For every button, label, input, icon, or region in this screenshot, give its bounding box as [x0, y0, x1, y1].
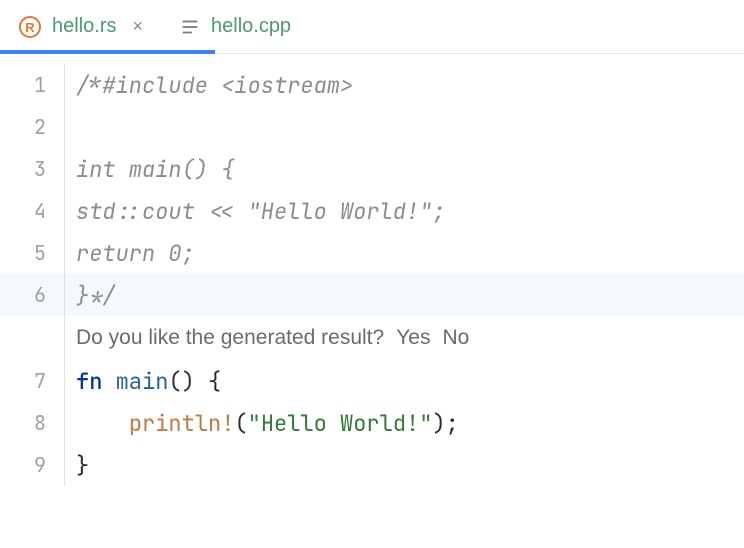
tabs-bar: R hello.rs × hello.cpp [0, 0, 744, 54]
code-line[interactable]: 9} [0, 444, 744, 486]
gutter-border [64, 444, 76, 486]
tab-hello-cpp[interactable]: hello.cpp [161, 0, 309, 53]
line-number: 3 [0, 156, 64, 182]
code-content: } [76, 451, 89, 480]
gutter-border [64, 316, 76, 360]
file-icon [179, 16, 201, 38]
code-content: std::cout << "Hello World!"; [76, 197, 446, 226]
gutter-border [64, 274, 76, 316]
line-number: 7 [0, 368, 64, 394]
code-line[interactable]: 8 println!("Hello World!"); [0, 402, 744, 444]
close-icon[interactable]: × [132, 16, 143, 37]
code-line[interactable]: 1 /*#include <iostream> [0, 64, 744, 106]
tab-label: hello.cpp [211, 15, 291, 38]
gutter-border [64, 190, 76, 232]
code-content: /*#include <iostream> [76, 71, 353, 100]
gutter-border [64, 360, 76, 402]
code-line[interactable]: 5 return 0; [0, 232, 744, 274]
code-line[interactable]: 7 fn main() { [0, 360, 744, 402]
code-content: int main() { [76, 155, 234, 184]
code-line[interactable]: 6 }*/ [0, 274, 744, 316]
gutter-border [64, 148, 76, 190]
code-content: println!("Hello World!"); [76, 409, 459, 438]
code-content: }*/ [76, 281, 116, 310]
code-line[interactable]: 2 [0, 106, 744, 148]
line-number: 4 [0, 198, 64, 224]
gutter-border [64, 402, 76, 444]
rust-icon: R [18, 15, 42, 39]
feedback-no-button[interactable]: No [442, 326, 469, 350]
code-content: return 0; [76, 239, 195, 268]
code-line[interactable]: 3 int main() { [0, 148, 744, 190]
tab-hello-rs[interactable]: R hello.rs × [0, 0, 161, 53]
gutter-border [64, 64, 76, 106]
feedback-prompt: Do you like the generated result? Yes No [0, 316, 744, 360]
svg-text:R: R [25, 20, 35, 35]
line-number: 8 [0, 410, 64, 436]
gutter-border [64, 106, 76, 148]
code-editor[interactable]: 1 /*#include <iostream> 2 3 int main() { 4 std… [0, 54, 744, 486]
line-number: 5 [0, 240, 64, 266]
code-line[interactable]: 4 std::cout << "Hello World!"; [0, 190, 744, 232]
line-number: 9 [0, 452, 64, 478]
feedback-text: Do you like the generated result? [76, 326, 384, 350]
gutter-border [64, 232, 76, 274]
line-number: 6 [0, 282, 64, 308]
line-number: 1 [0, 72, 64, 98]
code-content: fn main() { [76, 367, 221, 396]
feedback-yes-button[interactable]: Yes [396, 326, 430, 350]
tab-label: hello.rs [52, 15, 116, 38]
active-tab-indicator [0, 50, 215, 54]
line-number: 2 [0, 114, 64, 140]
